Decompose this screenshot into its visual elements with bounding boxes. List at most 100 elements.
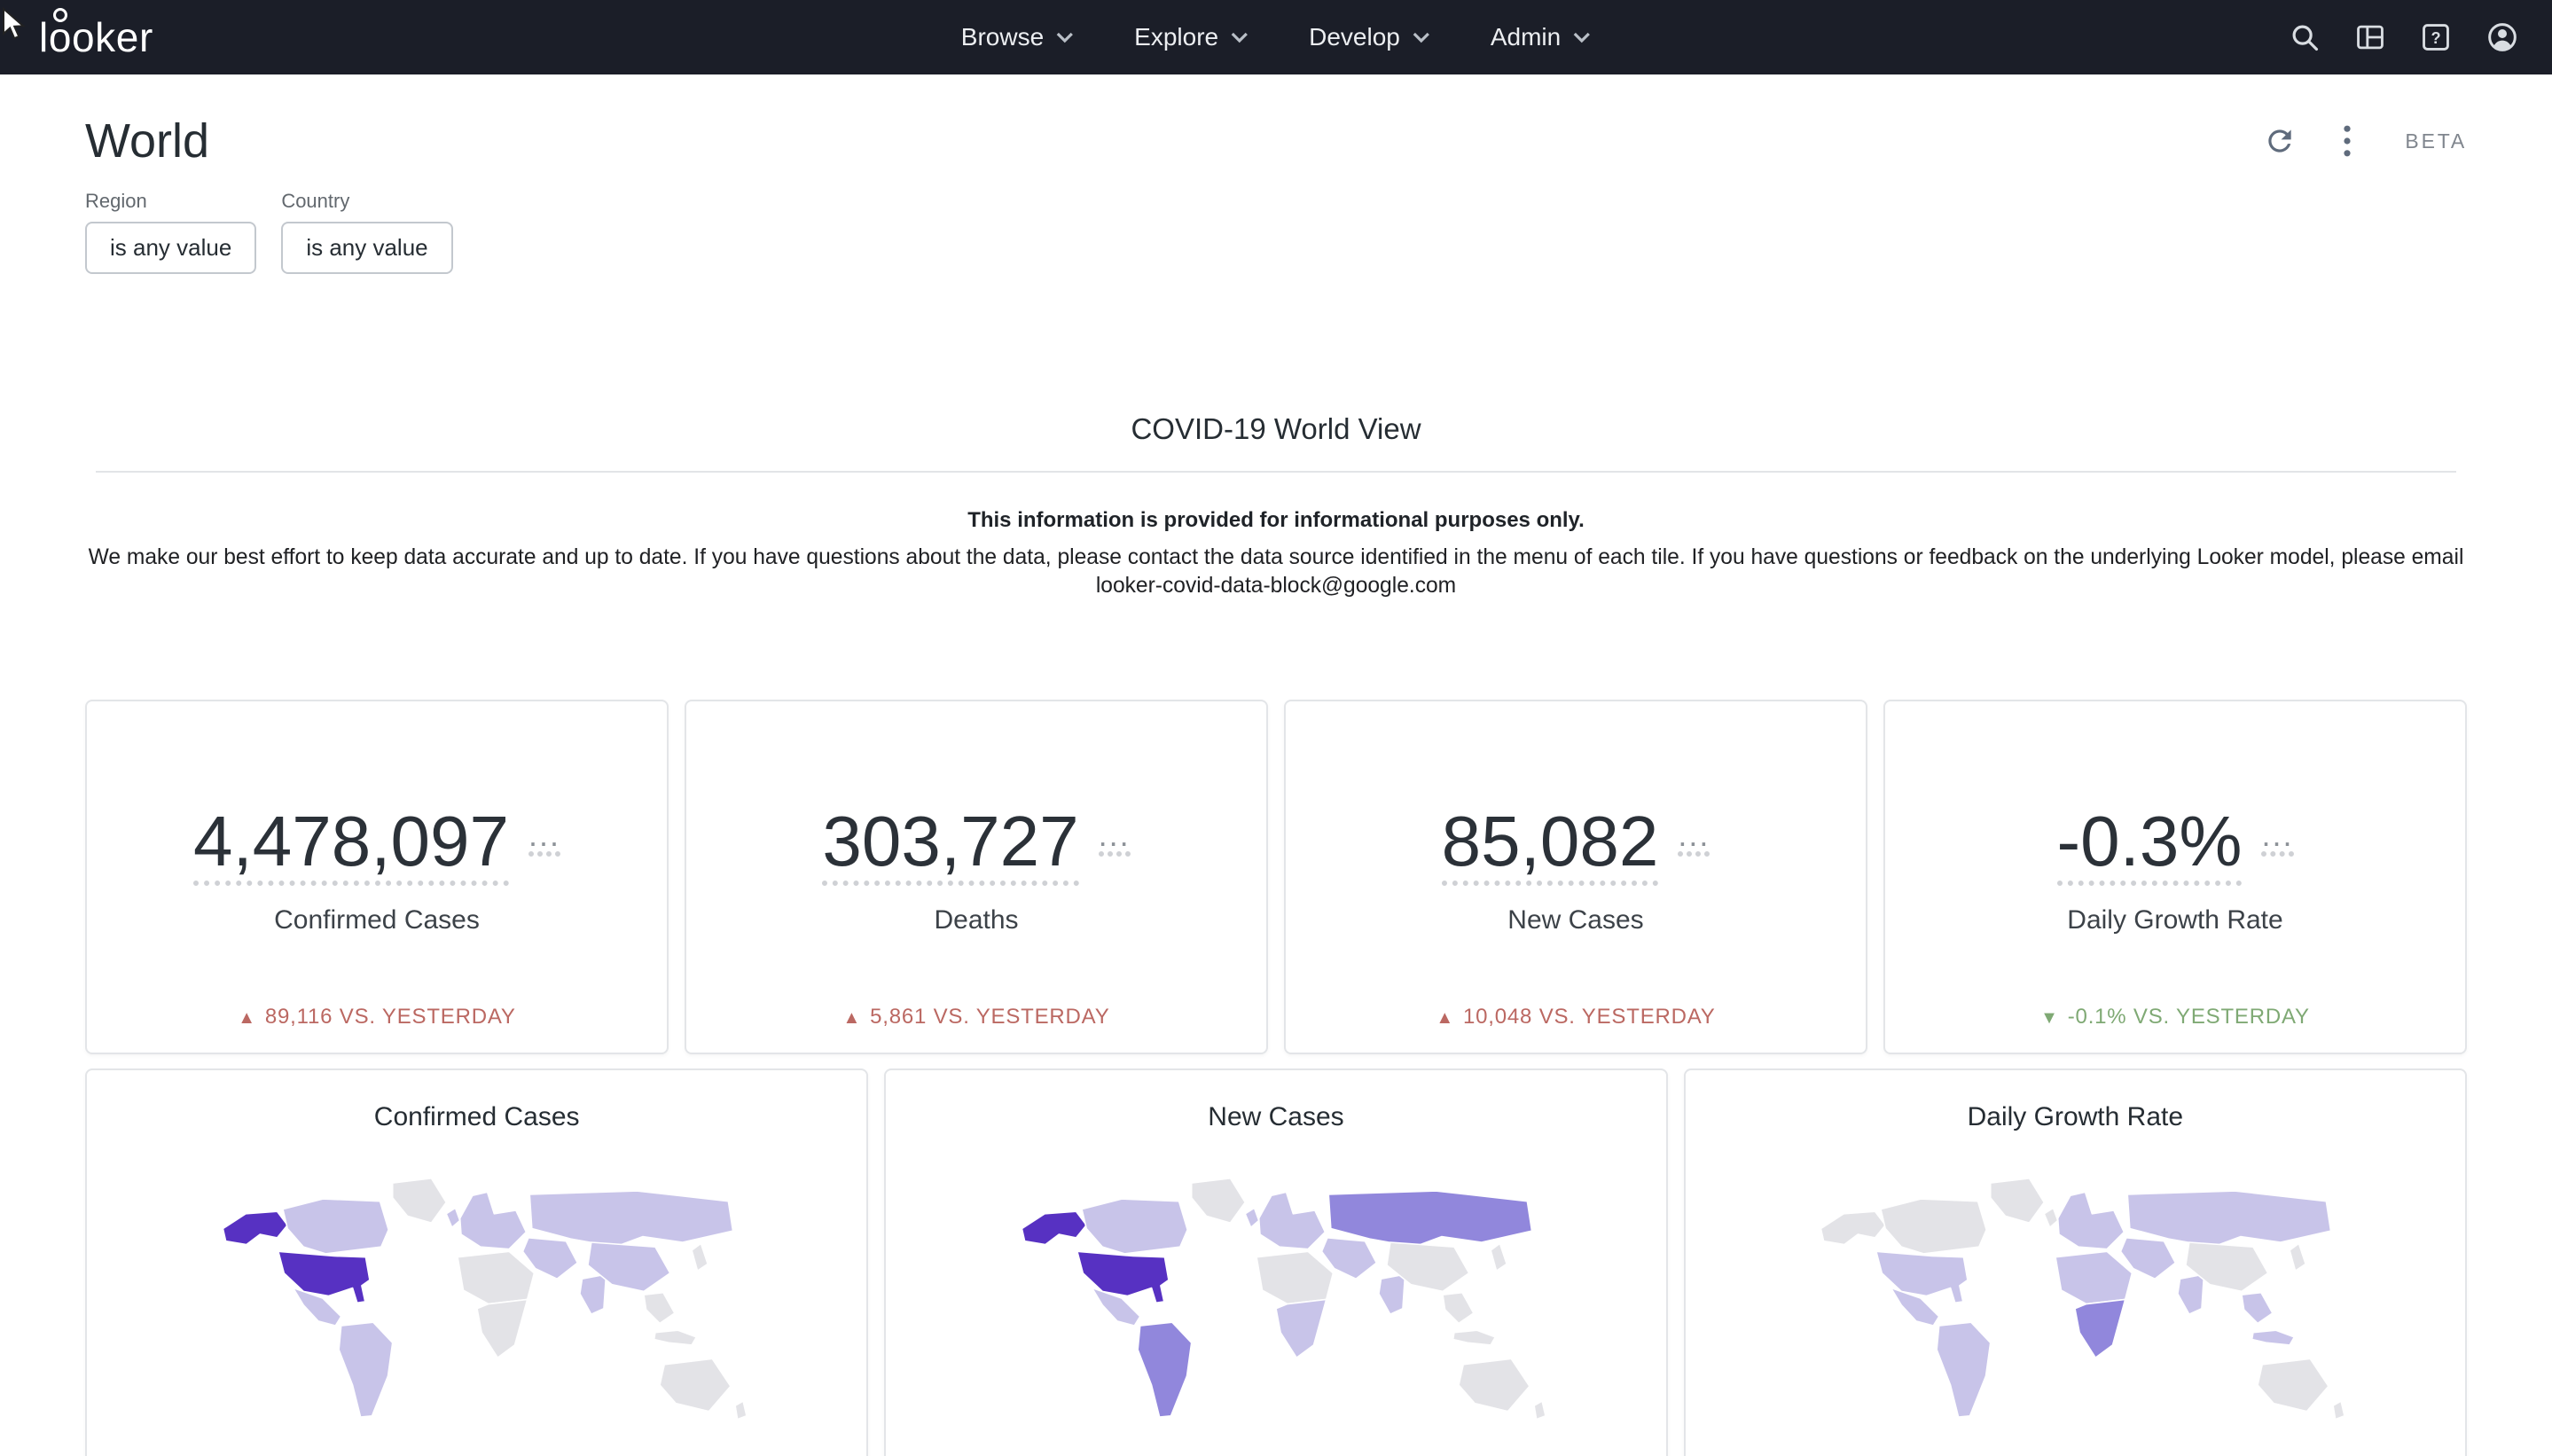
dashboard-header: World BETA — [0, 74, 2552, 168]
looker-logo-ring-icon — [53, 8, 67, 22]
arrow-up-icon: ▲ — [1436, 1008, 1454, 1028]
map-region-russia[interactable] — [529, 1191, 732, 1247]
map-region-india[interactable] — [580, 1274, 607, 1314]
world-map-daily-growth-rate[interactable] — [1789, 1161, 2360, 1456]
map-region-greenland[interactable] — [1991, 1178, 2045, 1223]
map-region-new_zealand[interactable] — [1534, 1401, 1546, 1420]
map-region-north_africa[interactable] — [2055, 1251, 2132, 1303]
map-region-new_zealand[interactable] — [735, 1401, 747, 1420]
map-region-greenland[interactable] — [392, 1178, 446, 1223]
kpi-delta-value: -0.1% — [2068, 1005, 2127, 1029]
map-region-se_asia[interactable] — [1443, 1293, 1474, 1324]
looker-logo[interactable]: looker — [28, 15, 164, 59]
top-navbar: looker Browse Explore Develop Admin — [0, 0, 2552, 74]
nav-menu-browse[interactable]: Browse — [943, 12, 1092, 62]
map-region-usa[interactable] — [1876, 1251, 1968, 1303]
map-region-north_africa[interactable] — [458, 1251, 534, 1303]
dashboards-icon[interactable] — [2346, 13, 2394, 61]
kpi-delta: ▲10,048 VS. YESTERDAY — [1286, 1005, 1866, 1029]
map-region-europe[interactable] — [2058, 1192, 2125, 1249]
map-region-north_africa[interactable] — [1256, 1251, 1333, 1303]
main-nav: Browse Explore Develop Admin — [943, 12, 1609, 62]
nav-menu-explore[interactable]: Explore — [1116, 12, 1266, 62]
filter-country-value[interactable]: is any value — [281, 222, 452, 274]
map-region-australia[interactable] — [2258, 1358, 2329, 1411]
map-region-se_asia[interactable] — [644, 1293, 675, 1324]
map-region-alaska[interactable] — [1821, 1211, 1886, 1244]
map-region-russia[interactable] — [1328, 1191, 1531, 1247]
map-region-uk[interactable] — [446, 1208, 459, 1227]
filter-region-value[interactable]: is any value — [85, 222, 256, 274]
map-region-japan[interactable] — [1491, 1243, 1507, 1271]
map-region-indonesia[interactable] — [1453, 1330, 1496, 1345]
chevron-down-icon — [1413, 31, 1430, 43]
account-icon[interactable] — [2478, 12, 2527, 62]
map-region-sub_africa[interactable] — [2075, 1299, 2125, 1358]
arrow-up-icon: ▲ — [842, 1008, 861, 1028]
dashboard-body: COVID-19 World View This information is … — [0, 412, 2552, 1456]
kpi-delta-suffix: VS. YESTERDAY — [1539, 1005, 1716, 1029]
map-region-indonesia[interactable] — [2252, 1330, 2295, 1345]
world-map-new-cases[interactable] — [990, 1161, 1562, 1456]
map-region-europe[interactable] — [459, 1192, 526, 1249]
map-region-alaska[interactable] — [223, 1211, 287, 1244]
map-region-russia[interactable] — [2128, 1191, 2331, 1247]
map-region-usa[interactable] — [1077, 1251, 1169, 1303]
map-region-indonesia[interactable] — [654, 1330, 696, 1345]
looker-dashboard-page: looker Browse Explore Develop Admin — [0, 0, 2552, 1456]
map-region-australia[interactable] — [660, 1358, 731, 1411]
svg-text:?: ? — [2431, 29, 2440, 47]
map-region-japan[interactable] — [2290, 1243, 2305, 1271]
map-region-canada[interactable] — [283, 1199, 388, 1254]
kpi-value[interactable]: 303,727 — [822, 804, 1078, 886]
map-region-greenland[interactable] — [1192, 1178, 1246, 1223]
map-region-india[interactable] — [2178, 1274, 2204, 1314]
map-region-south_america[interactable] — [1138, 1322, 1192, 1417]
map-tile-new-cases: New Cases — [884, 1069, 1667, 1456]
map-region-new_zealand[interactable] — [2333, 1401, 2345, 1420]
kpi-row: 4,478,097 ... Confirmed Cases ▲89,116 VS… — [85, 700, 2467, 1054]
disclaimer-bold: This information is provided for informa… — [85, 508, 2467, 533]
map-region-canada[interactable] — [1881, 1199, 1986, 1254]
dashboard-filters: Region is any value Country is any value — [0, 168, 2552, 274]
refresh-icon[interactable] — [2259, 121, 2300, 161]
map-region-alaska[interactable] — [1022, 1211, 1086, 1244]
nav-menu-admin[interactable]: Admin — [1473, 12, 1609, 62]
map-region-europe[interactable] — [1259, 1192, 1326, 1249]
kpi-label: New Cases — [1507, 905, 1643, 935]
map-region-japan[interactable] — [692, 1243, 708, 1271]
map-tile-title: New Cases — [886, 1102, 1665, 1132]
map-region-sub_africa[interactable] — [1276, 1299, 1327, 1358]
kpi-more-link[interactable]: ... — [528, 819, 560, 857]
kpi-delta-value: 5,861 — [870, 1005, 927, 1029]
map-region-south_america[interactable] — [339, 1322, 393, 1417]
kpi-delta-suffix: VS. YESTERDAY — [340, 1005, 516, 1029]
kpi-value[interactable]: -0.3% — [2057, 804, 2243, 886]
help-icon[interactable]: ? — [2412, 13, 2460, 61]
navbar-actions: ? — [2281, 12, 2527, 62]
map-tile-title: Confirmed Cases — [87, 1102, 866, 1132]
kpi-more-link[interactable]: ... — [1099, 819, 1131, 857]
filter-region-label: Region — [85, 190, 256, 213]
kpi-delta: ▲5,861 VS. YESTERDAY — [686, 1005, 1266, 1029]
chevron-down-icon — [1231, 31, 1249, 43]
map-region-uk[interactable] — [1245, 1208, 1258, 1227]
map-region-sub_africa[interactable] — [477, 1299, 528, 1358]
kpi-value[interactable]: 85,082 — [1442, 804, 1659, 886]
kpi-label: Confirmed Cases — [274, 905, 480, 935]
map-region-canada[interactable] — [1082, 1199, 1187, 1254]
kebab-menu-icon[interactable] — [2339, 121, 2355, 161]
map-region-south_america[interactable] — [1937, 1322, 1991, 1417]
map-region-india[interactable] — [1379, 1274, 1405, 1314]
kpi-more-link[interactable]: ... — [1678, 819, 1710, 857]
map-region-uk[interactable] — [2045, 1208, 2058, 1227]
kpi-value[interactable]: 4,478,097 — [193, 804, 509, 886]
map-region-australia[interactable] — [1459, 1358, 1530, 1411]
map-region-usa[interactable] — [278, 1251, 370, 1303]
kpi-more-link[interactable]: ... — [2261, 819, 2293, 857]
search-icon[interactable] — [2281, 13, 2329, 61]
nav-menu-develop[interactable]: Develop — [1291, 12, 1448, 62]
map-region-se_asia[interactable] — [2242, 1293, 2273, 1324]
world-map-confirmed-cases[interactable] — [192, 1161, 763, 1456]
text-tile: COVID-19 World View This information is … — [85, 412, 2467, 600]
